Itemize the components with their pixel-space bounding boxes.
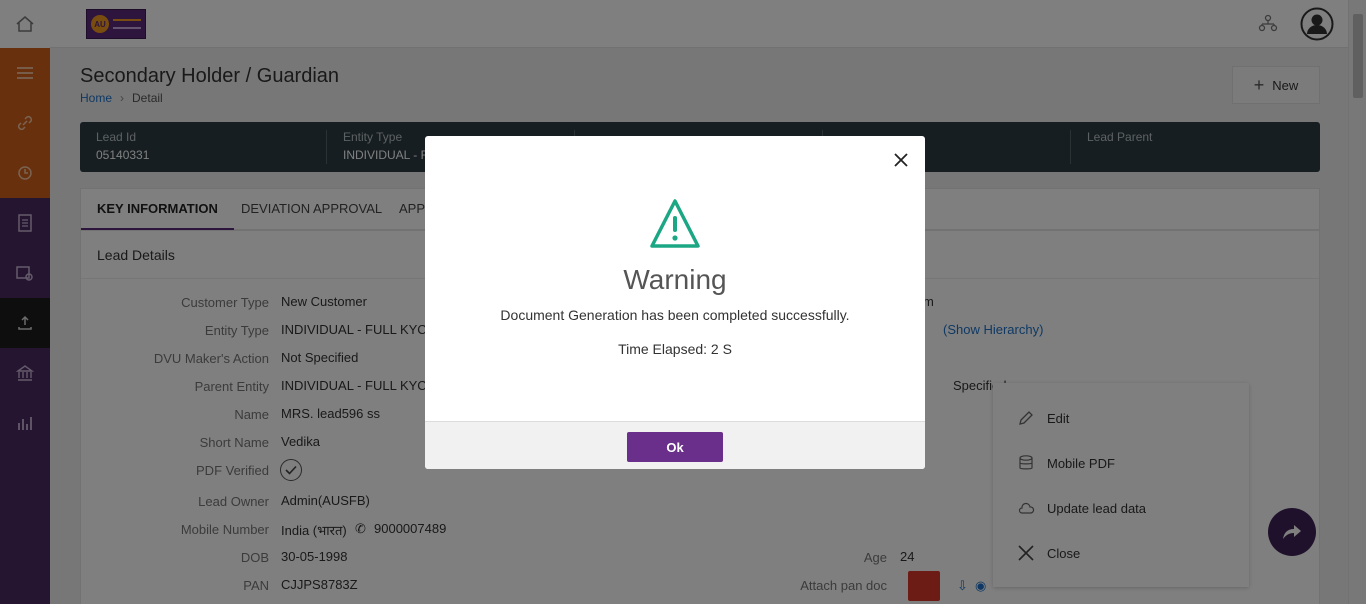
ok-button[interactable]: Ok — [627, 432, 723, 462]
close-icon — [894, 153, 908, 167]
warning-icon — [649, 198, 701, 255]
dialog-footer: Ok — [425, 421, 925, 469]
dialog-close-button[interactable] — [891, 150, 911, 170]
time-elapsed: Time Elapsed: 2 S — [618, 341, 732, 357]
dialog-title: Warning — [623, 264, 727, 295]
dialog-message: Document Generation has been completed s… — [500, 307, 850, 323]
warning-dialog: Warning Document Generation has been com… — [425, 136, 925, 469]
